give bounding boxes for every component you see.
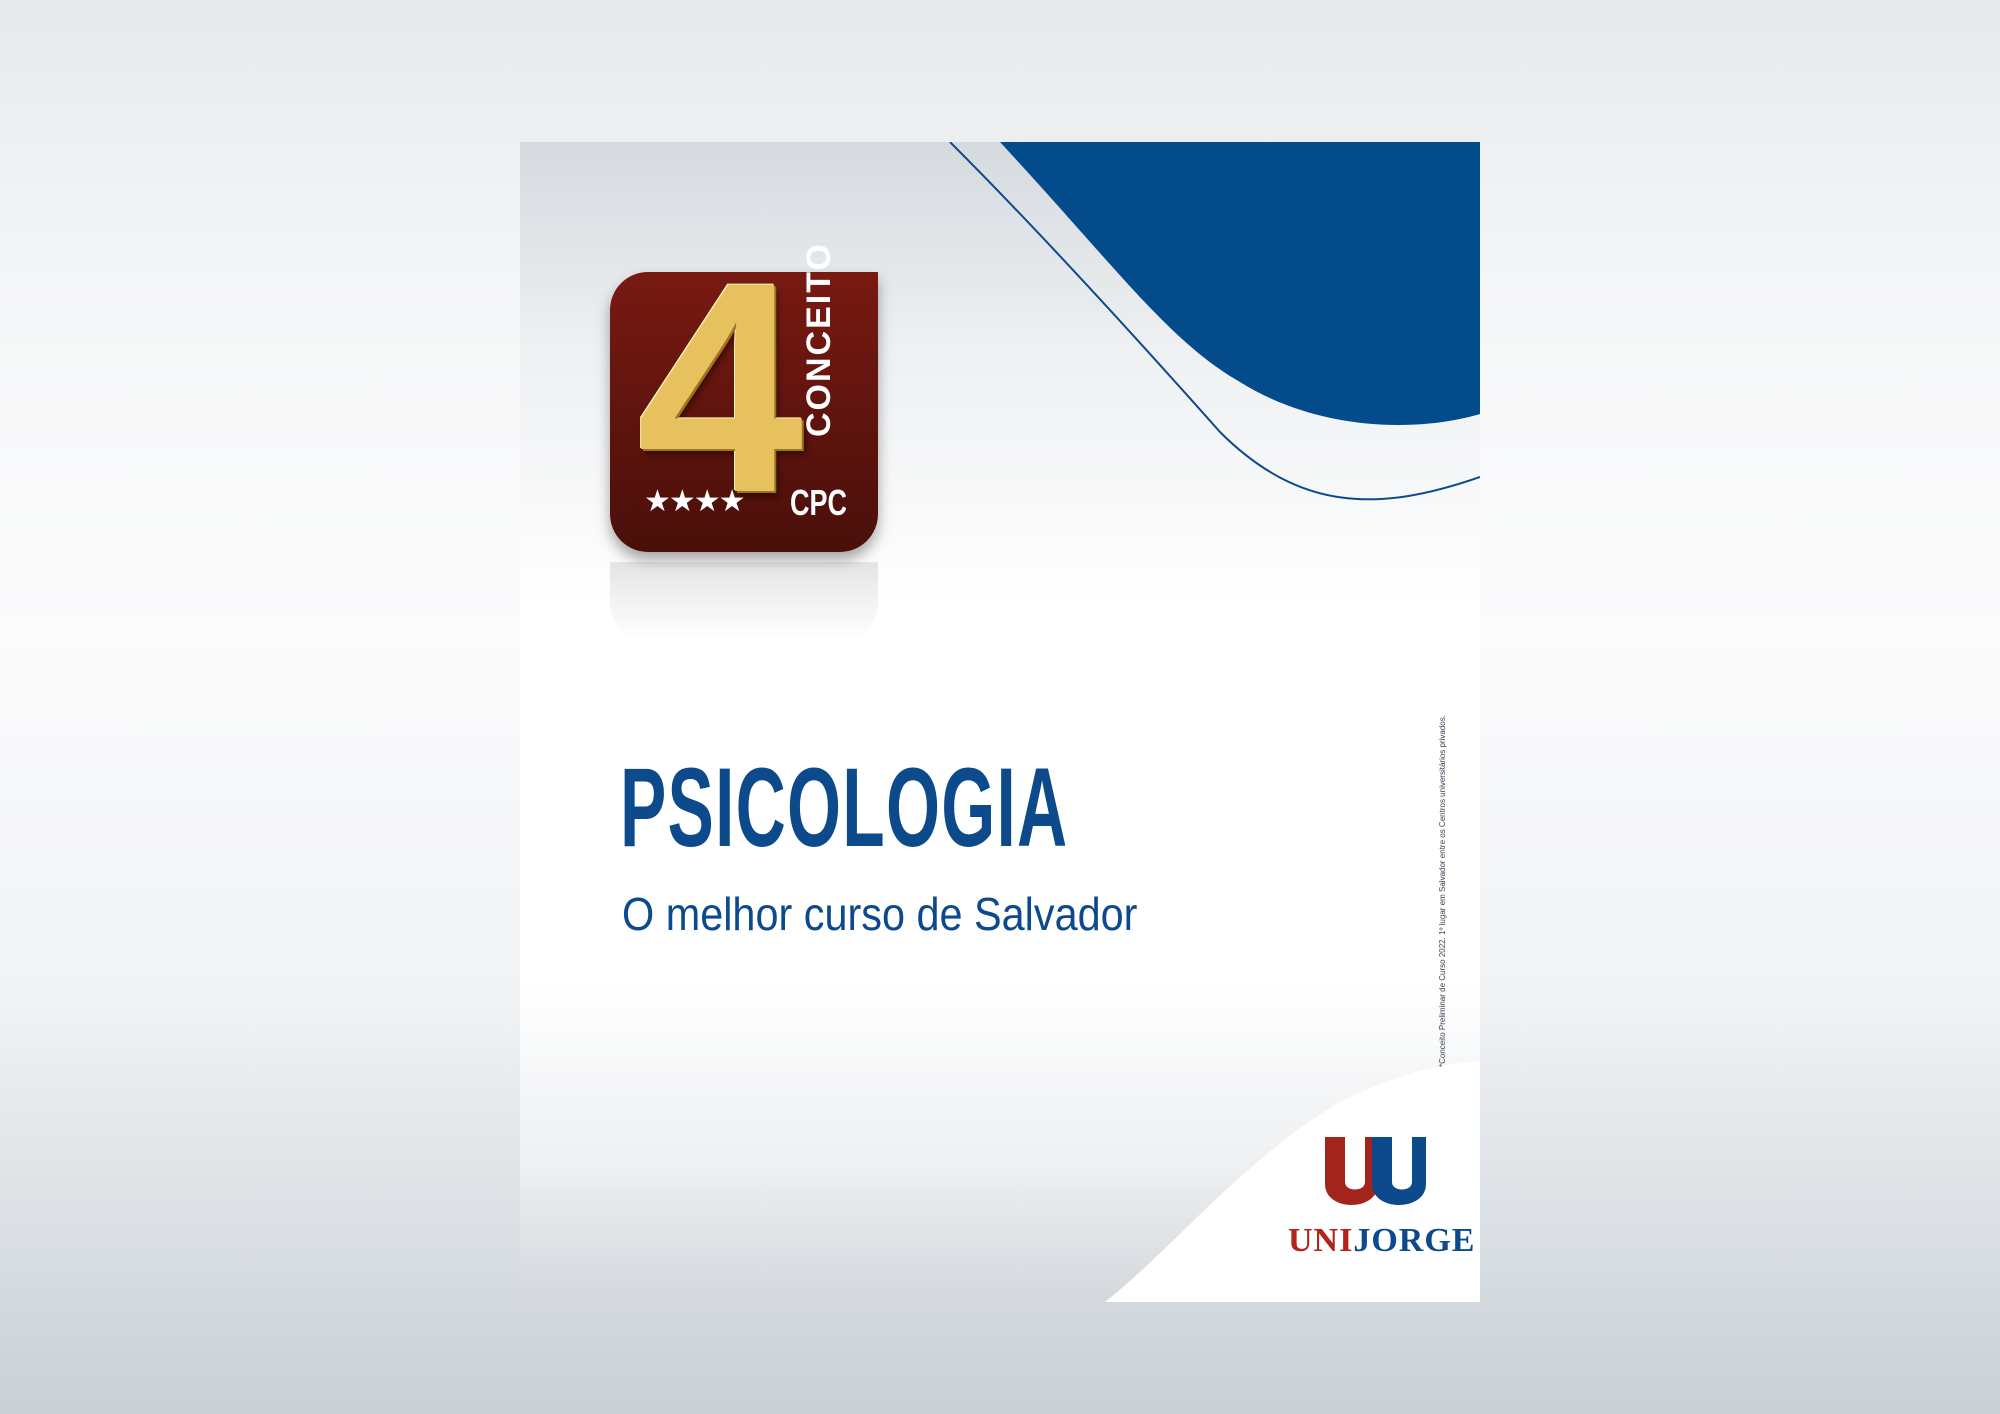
badge-reflection bbox=[610, 562, 878, 642]
unijorge-logo-icon bbox=[1325, 1137, 1426, 1205]
badge-number: 4 bbox=[636, 219, 804, 555]
logo-uni: UNI bbox=[1288, 1222, 1354, 1259]
course-tagline: O melhor curso de Salvador bbox=[622, 888, 1138, 940]
badge-word: CONCEITO bbox=[800, 242, 838, 437]
logo-jorge: JORGE bbox=[1353, 1222, 1476, 1259]
cpc-badge: 4 CONCEITO ★★★★ CPC bbox=[610, 237, 878, 552]
course-title: PSICOLOGIA bbox=[620, 745, 1069, 870]
footnote: *Conceito Preliminar de Curso 2022. 1º l… bbox=[1438, 715, 1447, 1067]
star-rating-icon: ★★★★ bbox=[644, 485, 746, 518]
badge-acronym: CPC bbox=[790, 482, 848, 523]
poster: 4 CONCEITO ★★★★ CPC PSICOLOGIA O melhor … bbox=[520, 142, 1480, 1302]
unijorge-logo-text: UNIJORGE bbox=[1288, 1222, 1475, 1260]
